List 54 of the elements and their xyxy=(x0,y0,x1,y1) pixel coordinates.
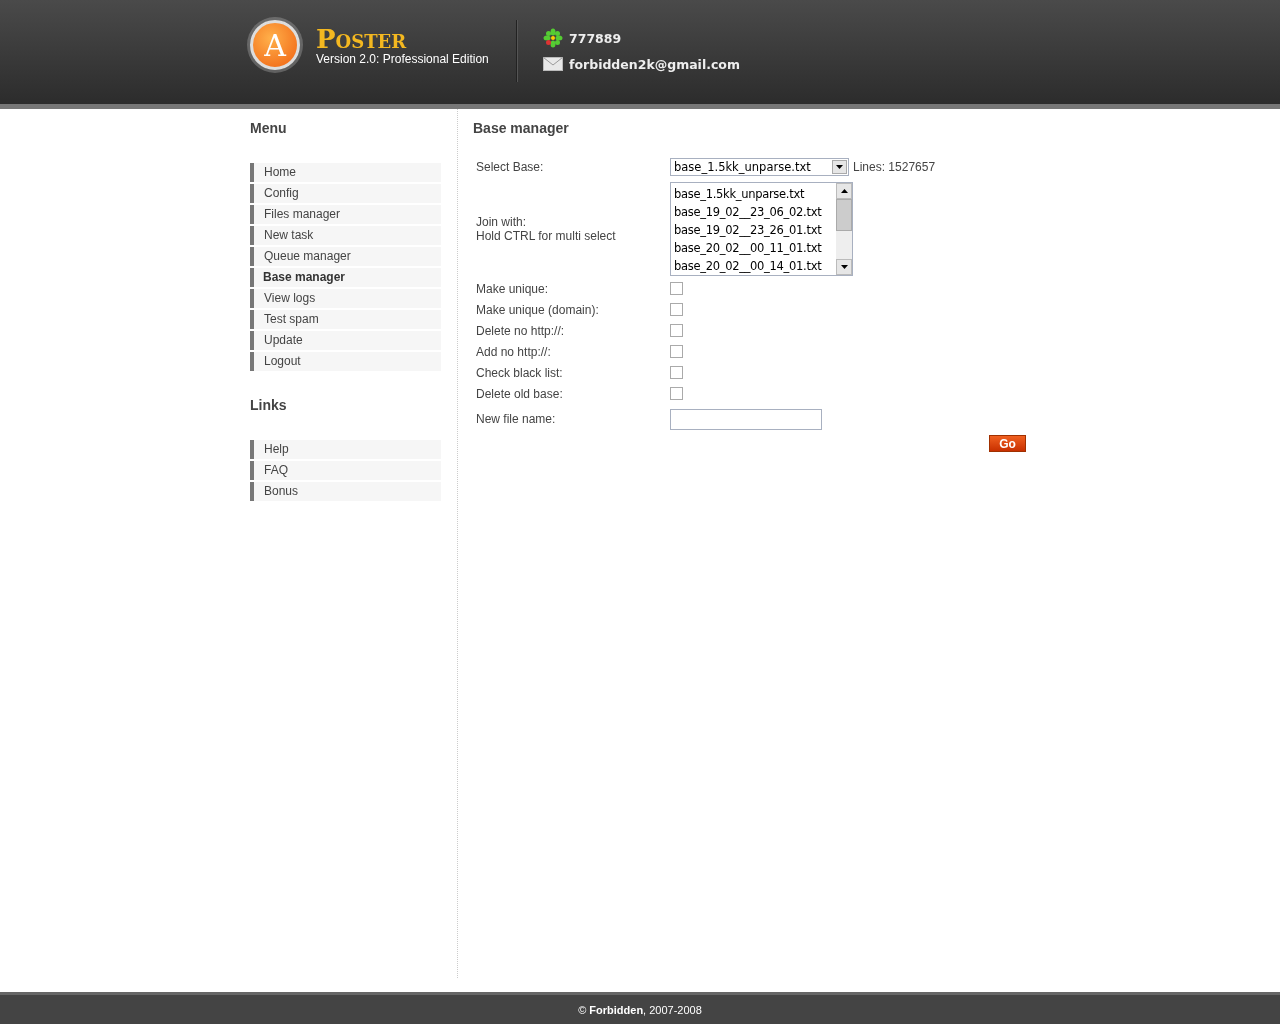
list-option[interactable]: base_1.5kk_unparse.txt xyxy=(674,185,836,203)
scrollbar[interactable] xyxy=(836,183,852,275)
menu-item[interactable]: Config xyxy=(250,184,441,203)
menu-item[interactable]: New task xyxy=(250,226,441,245)
list-option[interactable]: base_19_02__23_06_02.txt xyxy=(674,203,836,221)
icq-number: 777889 xyxy=(569,30,622,46)
join-listbox[interactable]: base_1.5kk_unparse.txt base_19_02__23_06_02.txt base_19_02__23_26_01.txt base_20_02__00_11_01.txt base_20_02__00_14_01.txt xyxy=(670,182,853,276)
list-option[interactable]: base_20_02__00_11_01.txt xyxy=(674,239,836,257)
copyright-text: © Forbidden, 2007-2008 xyxy=(578,1003,702,1016)
menu-item[interactable]: Files manager xyxy=(250,205,441,224)
page-title: Base manager xyxy=(473,120,570,138)
checkbox[interactable] xyxy=(670,303,683,316)
list-option[interactable]: base_20_02__00_14_01.txt xyxy=(674,257,836,275)
caret-down-icon xyxy=(836,165,843,169)
scroll-down-icon[interactable] xyxy=(840,265,848,269)
email-address: forbidden2k@gmail.com xyxy=(569,56,740,72)
logo-sun-icon: A xyxy=(250,20,300,70)
menu-item[interactable]: Test spam xyxy=(250,310,441,329)
checkbox[interactable] xyxy=(670,282,683,295)
version-text: Version 2.0: Professional Edition xyxy=(316,52,489,66)
menu-item[interactable]: Queue manager xyxy=(250,247,441,266)
go-button[interactable]: Go xyxy=(989,435,1026,452)
option-label: Delete old base: xyxy=(476,386,564,401)
base-dropdown[interactable]: base_1.5kk_unparse.txt xyxy=(670,158,849,176)
option-label: Check black list: xyxy=(476,365,564,380)
scroll-up-icon[interactable] xyxy=(840,189,848,193)
menu-item[interactable]: Logout xyxy=(250,352,441,371)
option-label: Add no http://: xyxy=(476,344,552,359)
link-item[interactable]: Help xyxy=(250,440,441,459)
link-item[interactable]: Bonus xyxy=(250,482,441,501)
menu-item[interactable]: Update xyxy=(250,331,441,350)
option-label: Delete no http://: xyxy=(476,323,566,338)
file-name-input[interactable] xyxy=(670,408,822,430)
option-label: Make unique (domain): xyxy=(476,302,600,317)
field-label: Select Base: xyxy=(476,160,545,174)
link-item[interactable]: FAQ xyxy=(250,461,441,480)
envelope-icon xyxy=(543,56,563,72)
menu-item[interactable]: View logs xyxy=(250,289,441,308)
checkbox[interactable] xyxy=(670,324,683,337)
menu-item[interactable]: Home xyxy=(250,163,441,182)
checkbox[interactable] xyxy=(670,345,683,358)
logo-name: Poster xyxy=(316,24,408,54)
field-label: New file name: xyxy=(476,412,557,426)
option-label: Make unique: xyxy=(476,281,550,296)
field-label: Join with: xyxy=(476,215,528,229)
checkbox[interactable] xyxy=(670,387,683,400)
menu-heading: Menu xyxy=(250,120,288,138)
checkbox[interactable] xyxy=(670,366,683,379)
menu-item[interactable]: Base manager xyxy=(250,268,441,287)
hint-text: Hold CTRL for multi select xyxy=(476,229,617,243)
lines-count: Lines: 1527657 xyxy=(853,160,936,174)
flower-icon xyxy=(543,28,563,48)
list-option[interactable]: base_19_02__23_26_01.txt xyxy=(674,221,836,239)
links-heading: Links xyxy=(250,397,288,415)
